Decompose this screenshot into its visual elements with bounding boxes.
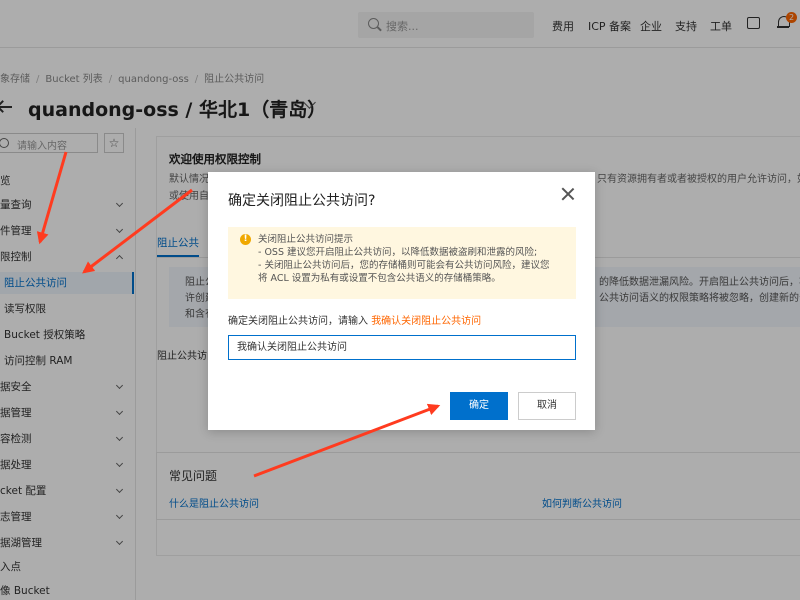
warning-text: 关闭阻止公共访问提示 - OSS 建议您开启阻止公共访问，以降低数据被盗刷和泄露… bbox=[258, 233, 549, 285]
confirm-prompt: 确定关闭阻止公共访问，请输入 我确认关闭阻止公共访问 bbox=[228, 312, 481, 327]
close-icon[interactable] bbox=[560, 186, 576, 202]
confirm-dialog: 确定关闭阻止公共访问? ! 关闭阻止公共访问提示 - OSS 建议您开启阻止公共… bbox=[208, 172, 595, 430]
warning-line: - 关闭阻止公共访问后，您的存储桶则可能会有公共访问风险，建议您 bbox=[258, 260, 550, 271]
warning-box: ! 关闭阻止公共访问提示 - OSS 建议您开启阻止公共访问，以降低数据被盗刷和… bbox=[228, 227, 576, 299]
warning-title: 关闭阻止公共访问提示 bbox=[258, 234, 354, 245]
cancel-button[interactable]: 取消 bbox=[518, 392, 576, 420]
dialog-title: 确定关闭阻止公共访问? bbox=[228, 193, 376, 209]
prompt-text: 确定关闭阻止公共访问，请输入 bbox=[228, 316, 368, 327]
warning-line: 将 ACL 设置为私有或设置不包含公共语义的存储桶策略。 bbox=[258, 273, 501, 284]
prompt-highlight: 我确认关闭阻止公共访问 bbox=[371, 316, 482, 327]
confirm-text-input[interactable]: 我确认关闭阻止公共访问 bbox=[228, 335, 576, 360]
warning-icon: ! bbox=[240, 234, 251, 245]
confirm-button[interactable]: 确定 bbox=[450, 392, 508, 420]
warning-line: - OSS 建议您开启阻止公共访问，以降低数据被盗刷和泄露的风险; bbox=[258, 247, 538, 258]
